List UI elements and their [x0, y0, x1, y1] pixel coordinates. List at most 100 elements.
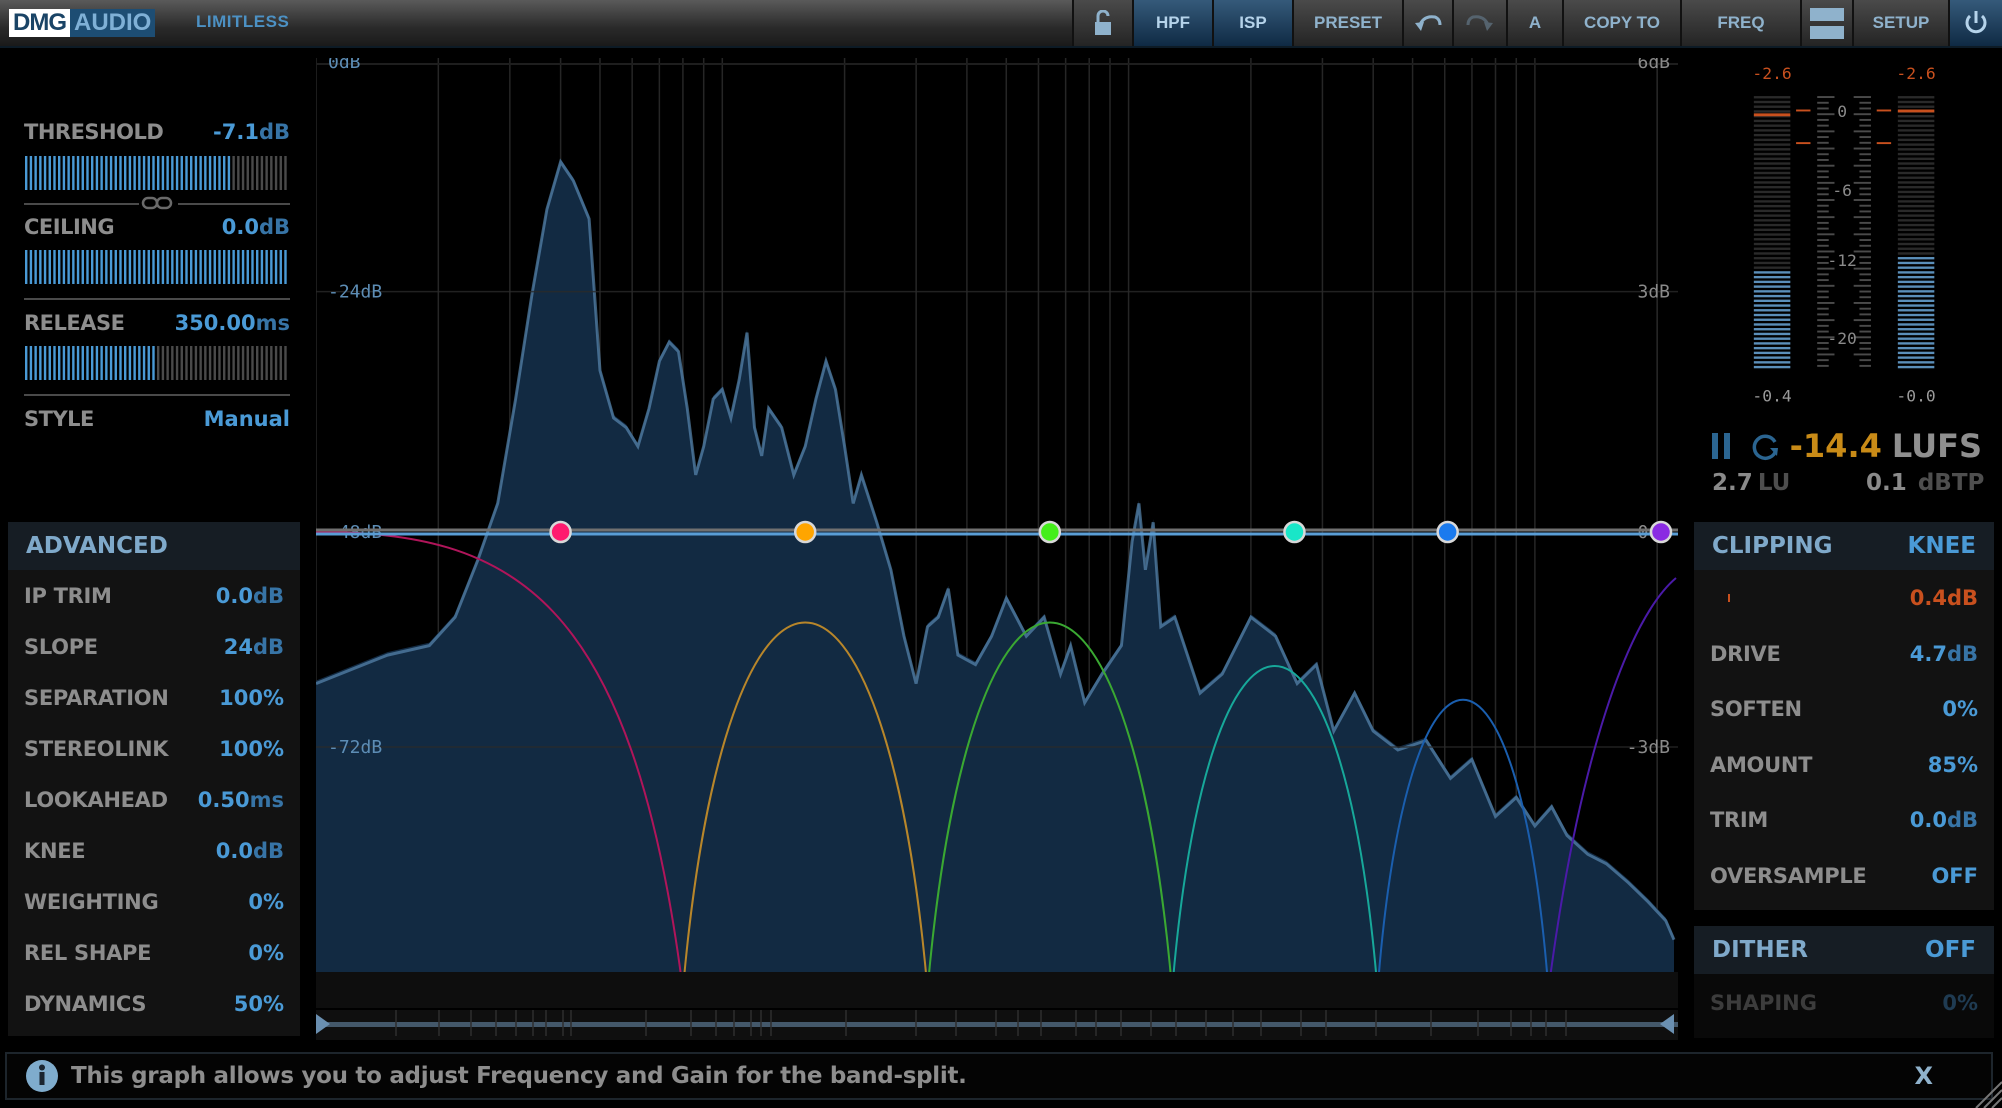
- right-meter-segment: [1897, 247, 1935, 250]
- threshold-slider[interactable]: [24, 156, 288, 190]
- slider-fill-tick: [43, 346, 47, 380]
- left-meter-segment: [1753, 280, 1791, 284]
- band-node-4[interactable]: [1283, 520, 1306, 544]
- advanced-value-control[interactable]: 0.50ms: [198, 788, 284, 812]
- setup-button[interactable]: SETUP: [1852, 0, 1948, 46]
- right-meter-segment: [1897, 313, 1935, 317]
- slider-empty-tick: [194, 346, 198, 380]
- freq-button[interactable]: FREQ: [1680, 0, 1800, 46]
- band-node-3[interactable]: [1038, 520, 1062, 544]
- ceiling-value-display[interactable]: 0.0dB: [222, 215, 290, 239]
- advanced-header[interactable]: ADVANCED: [8, 522, 300, 570]
- clipping-value-control[interactable]: 4.7dB: [1910, 642, 1978, 666]
- advanced-value-control[interactable]: 100%: [219, 686, 284, 710]
- left-meter-segment: [1753, 294, 1791, 298]
- scale-tick: [1817, 153, 1829, 156]
- slider-empty-tick: [185, 346, 188, 380]
- slider-fill-tick: [119, 346, 122, 380]
- scale-tick: [1853, 284, 1871, 287]
- advanced-value-control[interactable]: 50%: [234, 992, 284, 1016]
- slider-fill-tick: [72, 346, 75, 380]
- right-meter-segment: [1897, 195, 1935, 198]
- pause-button[interactable]: [1712, 433, 1732, 459]
- clipping-header[interactable]: CLIPPING KNEE: [1694, 522, 1994, 570]
- right-meter-segment: [1897, 162, 1935, 165]
- scale-tick: [1853, 233, 1871, 236]
- slider-fill-tick: [81, 346, 84, 380]
- slider-fill-tick: [81, 250, 84, 284]
- toolbar: DMG AUDIO LIMITLESS HPF ISP PRESET A COP…: [0, 0, 2002, 48]
- true-peak-display: 0.1 dBTP: [1866, 470, 1984, 496]
- power-button[interactable]: [1948, 0, 2002, 46]
- left-meter-segment: [1753, 214, 1791, 217]
- clipping-mode[interactable]: KNEE: [1908, 533, 1977, 559]
- close-info-button[interactable]: X: [1914, 1062, 1933, 1090]
- band-node-5[interactable]: [1436, 520, 1459, 544]
- reset-button[interactable]: [1750, 431, 1780, 461]
- advanced-value-control[interactable]: 24dB: [224, 635, 284, 659]
- advanced-value-control[interactable]: 100%: [219, 737, 284, 761]
- release-value-display[interactable]: 350.00ms: [175, 311, 290, 335]
- slider-fill-tick: [185, 156, 188, 190]
- ceiling-slider[interactable]: [24, 250, 288, 284]
- clipping-value-control[interactable]: OFF: [1931, 864, 1978, 888]
- undo-button[interactable]: [1402, 0, 1452, 46]
- release-slider[interactable]: [24, 346, 288, 380]
- dither-value[interactable]: OFF: [1925, 937, 1976, 963]
- left-meter-segment: [1753, 176, 1791, 179]
- scale-tick: [1859, 170, 1871, 173]
- preset-button[interactable]: PRESET: [1292, 0, 1402, 46]
- advanced-value-control[interactable]: 0%: [248, 890, 284, 914]
- scale-tick: [1859, 307, 1871, 310]
- copy-to-button[interactable]: COPY TO: [1562, 0, 1680, 46]
- slider-fill-tick: [62, 156, 66, 190]
- slider-fill-tick: [199, 250, 202, 284]
- dither-header[interactable]: DITHER OFF: [1694, 926, 1994, 974]
- style-selector[interactable]: Manual: [204, 407, 290, 431]
- band-node-2[interactable]: [793, 520, 817, 544]
- clipping-value-control[interactable]: 0%: [1942, 697, 1978, 721]
- resize-grip-icon[interactable]: [1972, 1080, 2002, 1108]
- scale-tick: [1817, 130, 1835, 133]
- link-toggle[interactable]: [141, 195, 173, 215]
- advanced-value-control[interactable]: 0%: [248, 941, 284, 965]
- lock-button[interactable]: [1072, 0, 1132, 46]
- ab-toggle-button[interactable]: A: [1506, 0, 1562, 46]
- scale-tick: [1859, 221, 1871, 224]
- scale-tick: [1817, 136, 1829, 139]
- slider-fill-tick: [175, 156, 179, 190]
- scale-tick: [1859, 244, 1871, 247]
- slider-fill-tick: [43, 156, 47, 190]
- scale-tick: [1859, 347, 1871, 350]
- threshold-value-display[interactable]: -7.1dB: [213, 120, 290, 144]
- clipping-value-control[interactable]: 85%: [1928, 753, 1978, 777]
- band-node-1[interactable]: [549, 520, 572, 544]
- slider-fill-tick: [157, 156, 160, 190]
- release-row: RELEASE 350.00ms: [24, 311, 290, 341]
- left-meter-segment: [1753, 129, 1791, 132]
- layout-button[interactable]: [1800, 0, 1852, 46]
- advanced-value-control[interactable]: 0.0dB: [216, 839, 284, 863]
- slider-fill-tick: [175, 250, 179, 284]
- redo-button[interactable]: [1452, 0, 1506, 46]
- shaping-value[interactable]: 0%: [1942, 991, 1978, 1015]
- scale-tick: [1817, 284, 1835, 287]
- slider-fill-tick: [190, 250, 193, 284]
- clipping-value: 85%: [1927, 752, 1978, 777]
- band-split-graph[interactable]: 0dB-24dB-48dB-72dB6dB3dB0dB-3dB102050100…: [316, 58, 1678, 1008]
- slider-fill-tick: [124, 346, 127, 380]
- advanced-value-control[interactable]: 0.0dB: [216, 584, 284, 608]
- advanced-label: DYNAMICS: [24, 991, 147, 1016]
- scale-tick: [1817, 107, 1829, 110]
- frequency-range-scrollbar[interactable]: [316, 1010, 1678, 1040]
- hpf-button[interactable]: HPF: [1132, 0, 1212, 46]
- isp-button[interactable]: ISP: [1212, 0, 1292, 46]
- right-peak-readout[interactable]: -2.6: [1896, 64, 1935, 83]
- band-node-6[interactable]: [1649, 520, 1673, 544]
- clipping-value-control[interactable]: 0.0dB: [1910, 808, 1978, 832]
- left-peak-readout[interactable]: -2.6: [1752, 64, 1791, 83]
- slider-fill-tick: [284, 250, 287, 284]
- right-meter-segment: [1897, 209, 1935, 213]
- scale-tick: [1817, 353, 1835, 356]
- left-meter-segment: [1753, 162, 1791, 165]
